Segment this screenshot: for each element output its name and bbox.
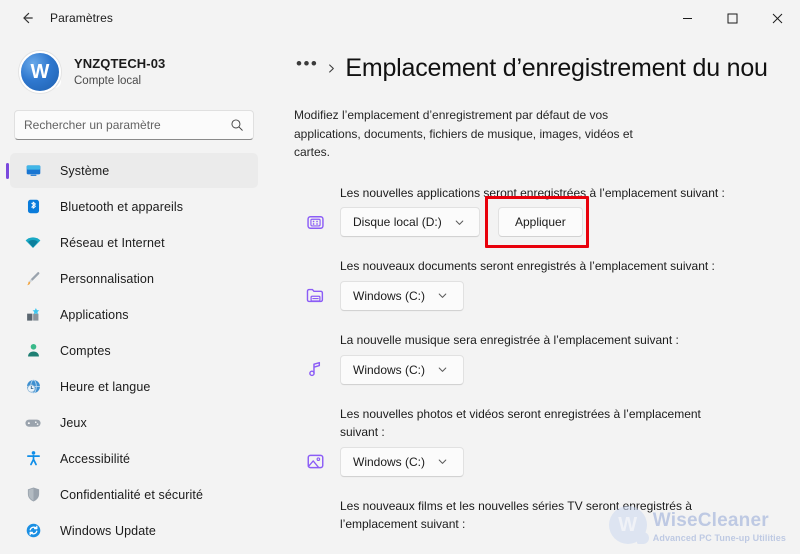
search-icon: [231, 119, 243, 131]
sidebar-item-windows-update[interactable]: Windows Update: [10, 513, 258, 548]
sidebar: W YNZQTECH-03 Compte local Rechercher un…: [0, 36, 272, 554]
minimize-icon: [683, 17, 692, 19]
location-dropdown-musique[interactable]: Windows (C:): [340, 354, 464, 385]
sidebar-item-label: Heure et langue: [60, 379, 151, 394]
search-input[interactable]: [24, 118, 230, 132]
breadcrumb-overflow-button[interactable]: •••: [294, 55, 324, 72]
person-icon: [22, 341, 44, 361]
dropdown-value: Windows (C:): [353, 288, 426, 303]
window-body: W YNZQTECH-03 Compte local Rechercher un…: [0, 36, 800, 554]
sidebar-item-comptes[interactable]: Comptes: [10, 333, 258, 368]
sidebar-item-label: Bluetooth et appareils: [60, 199, 184, 214]
section-row: Windows (C:): [294, 354, 800, 385]
dropdown-value: Windows (C:): [353, 454, 426, 469]
apps-icon: [22, 305, 44, 325]
sidebar-item-heure-et-langue[interactable]: Heure et langue: [10, 369, 258, 404]
sidebar-item-bluetooth-et-appareils[interactable]: Bluetooth et appareils: [10, 189, 258, 224]
monitor-icon: [22, 161, 44, 181]
back-button[interactable]: [10, 3, 44, 33]
title-bar: Paramètres: [0, 0, 800, 36]
sidebar-item-personnalisation[interactable]: Personnalisation: [10, 261, 258, 296]
sidebar-item-reseau-et-internet[interactable]: Réseau et Internet: [10, 225, 258, 260]
sidebar-item-label: Comptes: [60, 343, 111, 358]
section-label: Les nouvelles applications seront enregi…: [340, 185, 725, 200]
sidebar-item-label: Personnalisation: [60, 271, 155, 286]
chevron-right-icon: [326, 63, 337, 74]
settings-window: Paramètres W YNZQTECH-03 Compte local Re…: [0, 0, 800, 554]
search-box[interactable]: [14, 110, 254, 140]
breadcrumb: ••• Emplacement d’enregistrement du nou: [294, 50, 800, 86]
page-title: Emplacement d’enregistrement du nou: [345, 53, 768, 82]
sidebar-item-confidentialite-et-securite[interactable]: Confidentialité et sécurité: [10, 477, 258, 512]
apps-grid-icon: [300, 207, 330, 237]
gamepad-icon: [22, 413, 44, 433]
sidebar-item-accessibilite[interactable]: Accessibilité: [10, 441, 258, 476]
image-icon: [300, 447, 330, 477]
dropdown-value: Disque local (D:): [353, 215, 442, 230]
maximize-button[interactable]: [710, 0, 755, 36]
section-label: Les nouveaux films et les nouvelles séri…: [340, 498, 692, 532]
sidebar-nav: Système Bluetooth et appareils Réseau et…: [0, 150, 272, 549]
section-applications: Les nouvelles applications seront enregi…: [294, 184, 800, 249]
music-note-icon: [300, 355, 330, 385]
account-type: Compte local: [74, 74, 142, 87]
maximize-icon: [727, 13, 738, 23]
section-row: Windows (C:): [294, 280, 800, 311]
wifi-icon: [22, 233, 44, 253]
app-title: Paramètres: [50, 11, 114, 25]
main-content: ••• Emplacement d’enregistrement du nou …: [272, 36, 800, 554]
sidebar-item-applications[interactable]: Applications: [10, 297, 258, 332]
accessibility-icon: [22, 449, 44, 469]
sidebar-item-label: Jeux: [60, 415, 87, 430]
chevron-down-icon: [437, 290, 448, 301]
search-wrapper: [0, 104, 272, 150]
dropdown-value: Windows (C:): [353, 362, 426, 377]
sidebar-item-label: Réseau et Internet: [60, 235, 165, 250]
section-documents: Les nouveaux documents seront enregistré…: [294, 257, 800, 311]
clock-globe-icon: [22, 377, 44, 397]
paintbrush-icon: [22, 269, 44, 289]
update-icon: [22, 521, 44, 541]
close-icon: [772, 13, 783, 23]
section-films-series-tv: Les nouveaux films et les nouvelles séri…: [294, 497, 800, 534]
account-card[interactable]: W YNZQTECH-03 Compte local: [0, 40, 272, 104]
back-arrow-icon: [23, 12, 33, 24]
section-photos-videos: Les nouvelles photos et vidéos seront en…: [294, 405, 800, 477]
sidebar-item-jeux[interactable]: Jeux: [10, 405, 258, 440]
sidebar-item-label: Accessibilité: [60, 451, 131, 466]
location-dropdown-documents[interactable]: Windows (C:): [340, 280, 464, 311]
section-label: Les nouvelles photos et vidéos seront en…: [340, 406, 701, 440]
chevron-down-icon: [437, 456, 448, 467]
sidebar-item-label: Confidentialité et sécurité: [60, 487, 204, 502]
page-description: Modifiez l’emplacement d’enregistrement …: [294, 108, 633, 160]
watermark-subtitle: Advanced PC Tune-up Utilities: [652, 533, 786, 544]
section-row: Windows (C:): [294, 446, 800, 477]
chevron-down-icon: [454, 217, 465, 228]
section-row: Disque local (D:) Appliquer: [294, 196, 800, 249]
section-label: La nouvelle musique sera enregistrée à l…: [340, 332, 679, 347]
section-musique: La nouvelle musique sera enregistrée à l…: [294, 331, 800, 385]
apply-wrapper: Appliquer: [485, 196, 589, 249]
account-name: YNZQTECH-03: [74, 55, 166, 71]
sidebar-item-label: Système: [60, 163, 110, 178]
avatar: W: [18, 50, 62, 94]
apply-button[interactable]: Appliquer: [498, 207, 583, 238]
account-text: YNZQTECH-03 Compte local: [74, 56, 165, 89]
bluetooth-icon: [22, 197, 44, 217]
sidebar-item-systeme[interactable]: Système: [10, 153, 258, 188]
avatar-letter: W: [19, 51, 61, 93]
section-label: Les nouveaux documents seront enregistré…: [340, 259, 715, 274]
folder-icon: [300, 281, 330, 311]
location-dropdown-applications[interactable]: Disque local (D:): [340, 207, 480, 238]
sidebar-item-label: Windows Update: [60, 523, 156, 538]
close-button[interactable]: [755, 0, 800, 36]
shield-icon: [22, 485, 44, 505]
location-dropdown-photos-videos[interactable]: Windows (C:): [340, 446, 464, 477]
sidebar-item-label: Applications: [60, 307, 129, 322]
window-controls: [665, 0, 800, 36]
minimize-button[interactable]: [665, 0, 710, 36]
chevron-down-icon: [437, 364, 448, 375]
